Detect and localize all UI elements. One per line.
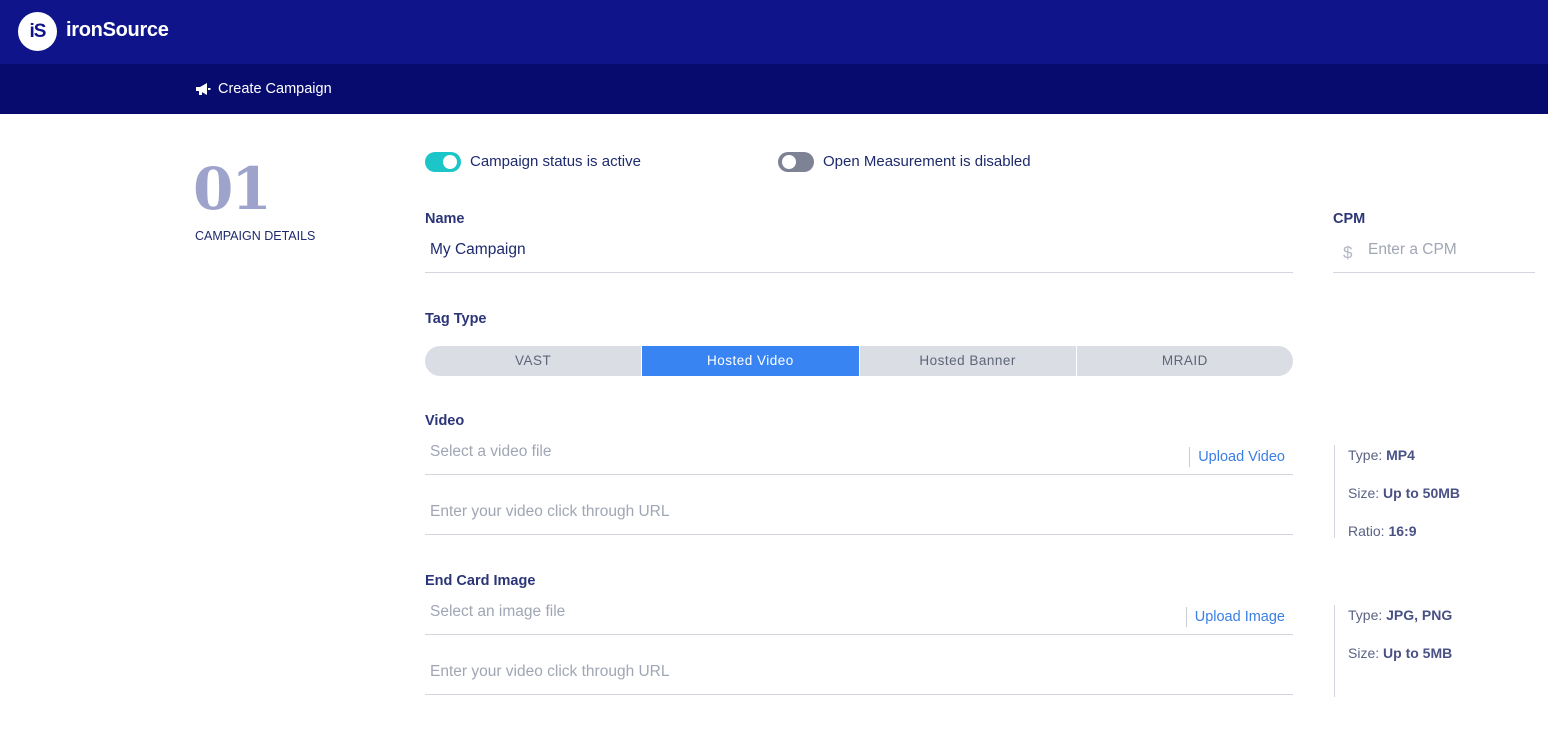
tag-type-hosted-banner[interactable]: Hosted Banner [860,346,1077,376]
end-card-url-input[interactable] [430,663,1130,681]
end-card-file-field: Upload Image [425,595,1293,635]
tag-type-label: Tag Type [425,311,487,327]
campaign-status-toggle[interactable] [425,152,461,172]
toggle-knob [443,155,457,169]
video-spec-type: Type: MP4 [1348,447,1415,463]
upload-image-button[interactable]: Upload Image [1185,607,1285,627]
brand-name[interactable]: ironSource [66,19,169,42]
nav-create-campaign[interactable]: Create Campaign [195,81,332,97]
end-card-spec-size: Size: Up to 5MB [1348,645,1453,661]
end-card-file-input[interactable] [430,603,1130,621]
dollar-icon: $ [1343,243,1353,262]
video-spec-size: Size: Up to 50MB [1348,485,1461,501]
cpm-field-label: CPM [1333,211,1366,227]
video-url-input[interactable] [430,503,1130,521]
video-url-field [425,495,1293,535]
campaign-status-label: Campaign status is active [470,153,641,170]
end-card-spec-type: Type: JPG, PNG [1348,607,1453,623]
top-header: iS ironSource [0,0,1548,64]
video-section-label: Video [425,413,465,429]
name-field-label: Name [425,211,465,227]
open-measurement-label: Open Measurement is disabled [823,153,1031,170]
tag-type-mraid[interactable]: MRAID [1077,346,1293,376]
ironsource-logo-icon[interactable]: iS [18,12,57,51]
video-spec-ratio: Ratio: 16:9 [1348,523,1417,539]
step-label: CAMPAIGN DETAILS [195,229,316,243]
nav-item-label: Create Campaign [218,81,332,97]
name-field [425,233,1293,273]
tag-type-vast[interactable]: VAST [425,346,643,376]
cpm-field: $ [1333,233,1535,273]
end-card-specs: Type: JPG, PNG Size: Up to 5MB [1334,605,1452,697]
toggle-knob [782,155,796,169]
tag-type-hosted-video[interactable]: Hosted Video [642,346,860,376]
name-input[interactable] [430,241,1130,259]
open-measurement-toggle[interactable] [778,152,814,172]
megaphone-icon [196,83,211,95]
sub-navigation: Create Campaign [0,64,1548,114]
video-specs: Type: MP4 Size: Up to 50MB Ratio: 16:9 [1334,445,1461,539]
step-number: 01 [193,155,272,223]
video-file-input[interactable] [430,443,1130,461]
end-card-url-field [425,655,1293,695]
video-file-field: Upload Video [425,435,1293,475]
cpm-input[interactable] [1368,241,1528,259]
upload-video-button[interactable]: Upload Video [1189,447,1285,467]
tag-type-selector: VAST Hosted Video Hosted Banner MRAID [425,346,1293,376]
end-card-section-label: End Card Image [425,573,536,589]
